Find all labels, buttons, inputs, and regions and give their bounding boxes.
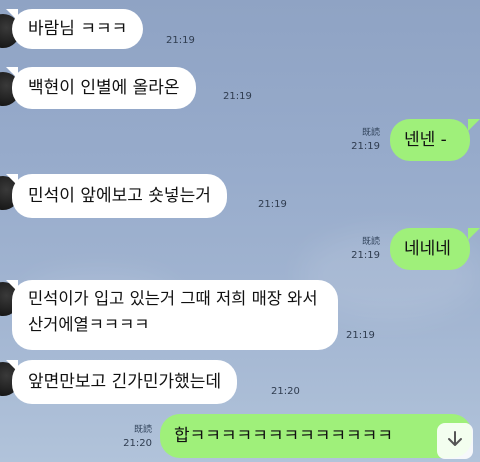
arrow-down-icon xyxy=(445,429,465,453)
message-time: 21:19 xyxy=(223,91,252,102)
message-text: 백현이 인별에 올라온 xyxy=(28,77,180,98)
message-bubble-incoming[interactable]: 바람님 ㅋㅋㅋ xyxy=(12,9,144,49)
message-time: 21:19 xyxy=(346,330,375,341)
message-text: 합ㅋㅋㅋㅋㅋㅋㅋㅋㅋㅋㅋㅋㅋ xyxy=(174,425,393,446)
read-receipt: 既読 xyxy=(361,237,380,247)
message-bubble-incoming[interactable]: 민석이가 입고 있는거 그때 저희 매장 와서 산거에열ㅋㅋㅋㅋ xyxy=(12,280,338,350)
message-time: 21:19 xyxy=(351,250,380,261)
message-text: 민석이 앞에보고 숏넣는거 xyxy=(28,185,211,206)
message-bubble-incoming[interactable]: 민석이 앞에보고 숏넣는거 xyxy=(12,174,227,218)
read-receipt: 既読 xyxy=(133,425,152,435)
bubble-tail xyxy=(468,119,480,131)
message-bubble-incoming[interactable]: 백현이 인별에 올라온 xyxy=(12,67,196,109)
message-meta: 既読 21:19 xyxy=(340,127,380,153)
message-bubble-outgoing[interactable]: 네네네 xyxy=(390,228,470,270)
message-meta: 既読 21:19 xyxy=(340,236,380,262)
message-text: 민석이가 입고 있는거 그때 저희 매장 와서 산거에열ㅋㅋㅋㅋ xyxy=(28,289,318,334)
message-time: 21:19 xyxy=(166,35,195,46)
bubble-tail xyxy=(468,228,480,240)
message-bubble-outgoing[interactable]: 넨넨 - xyxy=(390,119,470,161)
message-time: 21:19 xyxy=(258,199,287,210)
message-text: 바람님 ㅋㅋㅋ xyxy=(28,18,128,39)
message-bubble-incoming[interactable]: 앞면만보고 긴가민가했는데 xyxy=(12,360,238,404)
message-text: 앞면만보고 긴가민가했는데 xyxy=(28,371,222,392)
message-time: 21:20 xyxy=(123,438,152,449)
message-text: 넨넨 - xyxy=(404,129,447,150)
message-time: 21:19 xyxy=(351,141,380,152)
message-time: 21:20 xyxy=(271,386,300,397)
message-text: 네네네 xyxy=(404,238,451,259)
message-meta: 既読 21:20 xyxy=(112,424,152,450)
scroll-to-bottom-button[interactable] xyxy=(437,423,473,459)
read-receipt: 既読 xyxy=(361,128,380,138)
message-bubble-outgoing[interactable]: 합ㅋㅋㅋㅋㅋㅋㅋㅋㅋㅋㅋㅋㅋ xyxy=(160,414,472,458)
